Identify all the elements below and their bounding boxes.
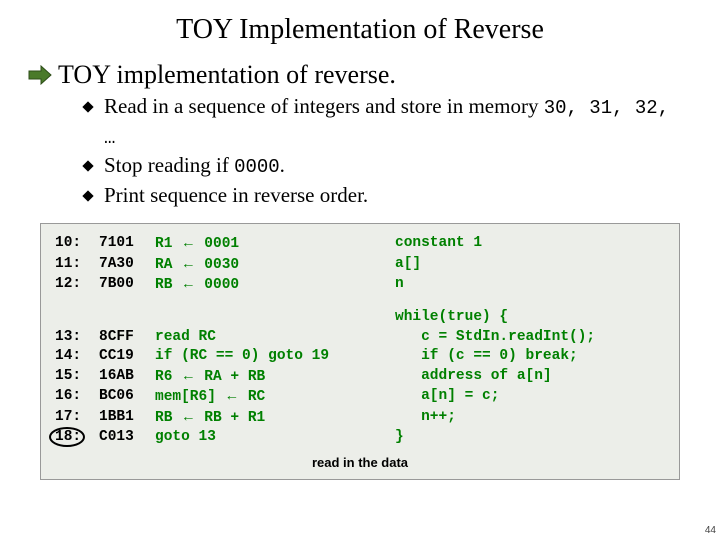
diamond-icon (82, 190, 93, 201)
arrow-left-icon: ← (181, 276, 196, 292)
col-c: } (395, 428, 665, 448)
addr-text: 18: (55, 429, 81, 445)
desc-a: RA (155, 257, 181, 273)
col-hex: BC06 (99, 387, 155, 408)
bullet-item: Read in a sequence of integers and store… (84, 92, 680, 151)
arrow-left-icon: ← (181, 409, 196, 425)
desc-a: R6 (155, 369, 181, 385)
col-c: while(true) { (395, 308, 665, 328)
col-c: if (c == 0) break; (395, 347, 665, 367)
arrow-left-icon: ← (225, 388, 240, 404)
code-row: 14: CC19 if (RC == 0) goto 19 if (c == 0… (55, 347, 665, 367)
col-hex: C013 (99, 428, 155, 448)
code-row: 16: BC06 mem[R6] ← RC a[n] = c; (55, 387, 665, 408)
col-desc (155, 308, 395, 328)
col-hex: 7A30 (99, 255, 155, 276)
col-addr: 12: (55, 275, 99, 296)
col-c: address of a[n] (395, 367, 665, 388)
col-addr: 15: (55, 367, 99, 388)
col-c: c = StdIn.readInt(); (395, 328, 665, 348)
subtitle: TOY implementation of reverse. (58, 60, 396, 90)
code-row: 12: 7B00 RB ← 0000 n (55, 275, 665, 296)
col-c: constant 1 (395, 234, 665, 255)
diamond-icon (82, 161, 93, 172)
arrow-left-icon: ← (181, 235, 196, 251)
diamond-icon (82, 101, 93, 112)
code-row: while(true) { (55, 308, 665, 328)
page-number: 44 (705, 525, 716, 536)
col-c: n (395, 275, 665, 296)
arrow-right-icon (28, 65, 52, 85)
bullet-post: . (280, 153, 285, 177)
col-addr: 13: (55, 328, 99, 348)
col-c: a[] (395, 255, 665, 276)
bullet-pre: Stop reading if (104, 153, 234, 177)
col-c: n++; (395, 408, 665, 429)
desc-b: 0030 (196, 257, 240, 273)
desc-b: 0001 (196, 236, 240, 252)
col-hex: 16AB (99, 367, 155, 388)
col-hex (99, 308, 155, 328)
bullet-text: Stop reading if 0000. (104, 151, 680, 181)
col-addr: 17: (55, 408, 99, 429)
desc-b: RC (239, 389, 265, 405)
col-hex: 7B00 (99, 275, 155, 296)
code-box: 10: 7101 R1 ← 0001 constant 1 11: 7A30 R… (40, 223, 680, 480)
code-block-1: 10: 7101 R1 ← 0001 constant 1 11: 7A30 R… (55, 234, 665, 296)
arrow-left-icon: ← (181, 368, 196, 384)
desc-a: mem[R6] (155, 389, 225, 405)
bullet-mono: 0000 (234, 156, 280, 178)
code-block-2: while(true) { 13: 8CFF read RC c = StdIn… (55, 308, 665, 448)
col-desc: R1 ← 0001 (155, 234, 395, 255)
desc-b: 0000 (196, 277, 240, 293)
slide-title: TOY Implementation of Reverse (0, 0, 720, 54)
bullet-pre: Print sequence in reverse order. (104, 183, 368, 207)
desc-a: R1 (155, 236, 181, 252)
bullet-item: Stop reading if 0000. (84, 151, 680, 181)
col-addr: 11: (55, 255, 99, 276)
col-addr: 18: (55, 428, 99, 448)
code-caption: read in the data (55, 454, 665, 472)
col-desc: RB ← RB + R1 (155, 408, 395, 429)
col-desc: read RC (155, 328, 395, 348)
col-hex: 1BB1 (99, 408, 155, 429)
arrow-left-icon: ← (181, 256, 196, 272)
bullet-text: Read in a sequence of integers and store… (104, 92, 680, 151)
code-row: 15: 16AB R6 ← RA + RB address of a[n] (55, 367, 665, 388)
code-row: 17: 1BB1 RB ← RB + R1 n++; (55, 408, 665, 429)
code-row: 13: 8CFF read RC c = StdIn.readInt(); (55, 328, 665, 348)
col-hex: 8CFF (99, 328, 155, 348)
col-c: a[n] = c; (395, 387, 665, 408)
code-row: 10: 7101 R1 ← 0001 constant 1 (55, 234, 665, 255)
col-addr: 10: (55, 234, 99, 255)
bullet-pre: Read in a sequence of integers and store… (104, 94, 544, 118)
col-hex: CC19 (99, 347, 155, 367)
col-desc: R6 ← RA + RB (155, 367, 395, 388)
col-desc: RB ← 0000 (155, 275, 395, 296)
desc-a: RB (155, 410, 181, 426)
col-addr (55, 308, 99, 328)
col-addr: 14: (55, 347, 99, 367)
code-row: 18: C013 goto 13 } (55, 428, 665, 448)
bullet-text: Print sequence in reverse order. (104, 181, 680, 209)
bullet-item: Print sequence in reverse order. (84, 181, 680, 209)
col-hex: 7101 (99, 234, 155, 255)
desc-b: RA + RB (196, 369, 266, 385)
code-row: 11: 7A30 RA ← 0030 a[] (55, 255, 665, 276)
col-desc: if (RC == 0) goto 19 (155, 347, 395, 367)
col-desc: goto 13 (155, 428, 395, 448)
desc-a: RB (155, 277, 181, 293)
desc-b: RB + R1 (196, 410, 266, 426)
col-addr: 16: (55, 387, 99, 408)
bullet-list: Read in a sequence of integers and store… (0, 92, 720, 209)
col-desc: mem[R6] ← RC (155, 387, 395, 408)
subtitle-row: TOY implementation of reverse. (0, 60, 720, 90)
col-desc: RA ← 0030 (155, 255, 395, 276)
